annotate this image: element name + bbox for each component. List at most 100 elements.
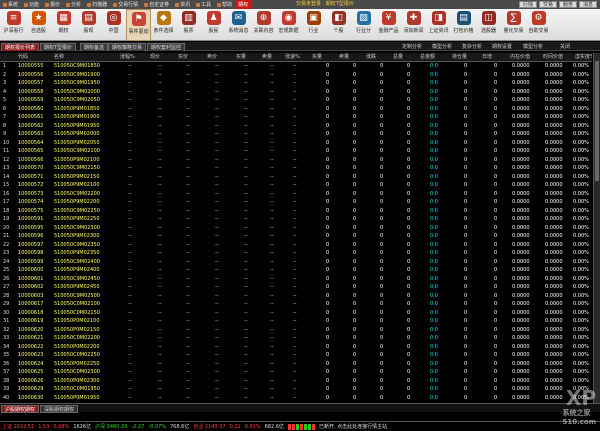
toolbar-button[interactable]: ⊕ 关联内容 — [251, 9, 276, 41]
menu-item-label: 资讯 — [180, 2, 191, 8]
toolbar-button-label: 股票 — [183, 28, 194, 34]
toolbar-button[interactable]: ∑ 量化交易 — [501, 9, 526, 41]
menu-item[interactable]: 工具 — [193, 0, 214, 9]
column-header[interactable]: 卖价 — [207, 53, 235, 62]
column-header[interactable]: 持仓量 — [452, 53, 480, 62]
menu-item[interactable]: 分析 — [63, 0, 84, 9]
column-header[interactable]: 买价 — [178, 53, 206, 62]
volume-bar — [303, 423, 307, 430]
menu-item[interactable]: 帮助 — [214, 0, 235, 9]
toolbar-button[interactable]: ✚ 添加新闻 — [401, 9, 426, 41]
column-header[interactable]: 日增 — [482, 53, 508, 62]
market-tab[interactable]: 沪股期权期权 — [1, 405, 40, 413]
column-header[interactable]: 虚实度% — [575, 53, 592, 62]
option-name[interactable]: 510050P0M01950 — [54, 394, 100, 403]
menu-item[interactable]: 扫描器 — [84, 0, 110, 9]
vertical-scrollbar[interactable] — [593, 53, 600, 403]
toolbar-icon: ◆ — [156, 11, 171, 25]
toolbar-icon: ∑ — [506, 11, 521, 25]
cell-empty: -- — [128, 394, 132, 401]
menu-item-active[interactable]: 期权 — [235, 0, 252, 9]
menu-item[interactable]: 功能 — [21, 0, 42, 9]
column-header[interactable]: 涨跌 — [366, 53, 392, 62]
column-header[interactable]: 总金额 — [420, 53, 450, 62]
market-tab[interactable]: 深股期权期权 — [40, 405, 79, 413]
top-button[interactable]: 服务 — [558, 1, 577, 8]
status-item: 1626亿 — [73, 424, 92, 430]
toolbar-button[interactable]: ⚙ 自助交易 — [526, 9, 551, 41]
top-button[interactable]: 消息 — [578, 1, 597, 8]
column-header[interactable]: 内在价值 — [510, 53, 540, 62]
toolbar-button[interactable]: ≡ 沪深看行 — [1, 9, 26, 41]
column-header[interactable]: 名称 — [54, 53, 116, 62]
toolbar-button[interactable]: ▤ 股现 — [76, 9, 101, 41]
toolbar-button-label: 事件驱动 — [128, 29, 149, 35]
volume-bar — [295, 423, 299, 430]
toolbar-button[interactable]: ▦ 期权 — [51, 9, 76, 41]
status-item: 0.21 — [229, 423, 241, 430]
toolbar-button[interactable]: ◉ 宏观数据 — [276, 9, 301, 41]
menu-item[interactable]: 资讯 — [172, 0, 193, 9]
menu-item[interactable]: 自定证券 — [141, 0, 172, 9]
tab-item[interactable]: 期权套利监控 — [147, 43, 186, 51]
toolbar-icon: ◎ — [106, 11, 121, 25]
column-header[interactable]: 总量 — [393, 53, 419, 62]
menu-item-icon — [24, 2, 29, 7]
toolbar-button[interactable]: ◎ 中国 — [101, 9, 126, 41]
volume-bar — [291, 423, 295, 430]
toolbar-button[interactable]: ◆ 条件选择 — [151, 9, 176, 41]
tab-right-link[interactable]: 关闭 — [560, 43, 570, 50]
status-item: 0.01% — [244, 423, 261, 430]
toolbar-button[interactable]: ¥ 金融产品 — [376, 9, 401, 41]
cell-empty: -- — [215, 394, 219, 401]
tab-right-link[interactable]: 期权设置 — [492, 43, 512, 50]
tab-item[interactable]: 期权策略交易 — [108, 43, 147, 51]
toolbar-button[interactable]: ♟ 股民 — [201, 9, 226, 41]
column-header[interactable]: 卖量 — [262, 53, 284, 62]
watermark-logo: XP 系统之家 510.com — [562, 386, 596, 426]
column-header[interactable]: 卖量 — [339, 53, 365, 62]
column-header[interactable]: 涨幅% — [120, 53, 148, 62]
status-item[interactable]: 已断开, 点击此处连接行情主站 — [319, 423, 387, 430]
column-header[interactable]: 现价 — [150, 53, 178, 62]
toolbar-button-label: 个股 — [333, 28, 344, 34]
tab-item[interactable]: 期权T型报价 — [40, 43, 77, 51]
toolbar-icon: ⚑ — [131, 12, 146, 26]
menu-item[interactable]: 交易行情 — [110, 0, 141, 9]
volume-bar — [299, 423, 303, 430]
toolbar-button[interactable]: ⚑ 事件驱动 — [126, 9, 151, 41]
toolbar-button[interactable]: ◫ 选股器 — [476, 9, 501, 41]
top-button[interactable]: 交易 — [538, 1, 557, 8]
toolbar-button[interactable]: ◧ 个股 — [326, 9, 351, 41]
column-header[interactable]: 买量 — [312, 53, 338, 62]
status-item: 682.6亿 — [264, 424, 284, 430]
column-header[interactable]: 时间价值 — [543, 53, 573, 62]
quote-table: 代码 名称 涨幅% 现价 买价 卖价 买量 卖量 涨速% 买量 卖量 涨跌 总量 总金额 持仓量 日增 内在价值… — [0, 53, 592, 403]
tab-right-link[interactable]: 复杂分析 — [462, 43, 482, 50]
option-code[interactable]: 10000630 — [18, 394, 43, 403]
toolbar-button[interactable]: ✉ 系统消息 — [226, 9, 251, 41]
table-row[interactable]: 40 10000630 510050P0M01950 -- -- -- -- -- -- -- 0 0… — [0, 394, 592, 403]
toolbar-button[interactable]: ▥ 股票 — [176, 9, 201, 41]
column-header[interactable]: 买量 — [236, 53, 260, 62]
menu-item[interactable]: 系统 — [0, 0, 21, 9]
tab-right-link[interactable]: 定制分析 — [402, 43, 422, 50]
menu-item[interactable]: 报价 — [42, 0, 63, 9]
status-item: 0.08% — [53, 423, 70, 430]
column-header[interactable]: 代码 — [18, 53, 54, 62]
toolbar-button[interactable]: ▣ 行业 — [301, 9, 326, 41]
tab-right-link[interactable]: 模型分析 — [523, 43, 543, 50]
toolbar-button[interactable]: ▨ 行业分 — [351, 9, 376, 41]
scroll-thumb[interactable] — [595, 61, 599, 181]
toolbar-button[interactable]: ▤ 打包价格 — [451, 9, 476, 41]
toolbar-button[interactable]: ★ 自选股 — [26, 9, 51, 41]
tab-item[interactable]: 期权备选 — [80, 43, 109, 51]
toolbar-button[interactable]: ◨ 上证资讯 — [426, 9, 451, 41]
toolbar-icon: ◨ — [431, 11, 446, 25]
tab-right-link[interactable]: 模型分析 — [432, 43, 452, 50]
top-button[interactable]: 行情 — [518, 1, 537, 8]
toolbar-button-label: 添加新闻 — [403, 28, 424, 34]
column-header[interactable]: 涨速% — [285, 53, 311, 62]
menu-item-label: 自定证券 — [149, 2, 170, 8]
tab-item[interactable]: 期权报价列表 — [1, 43, 40, 51]
